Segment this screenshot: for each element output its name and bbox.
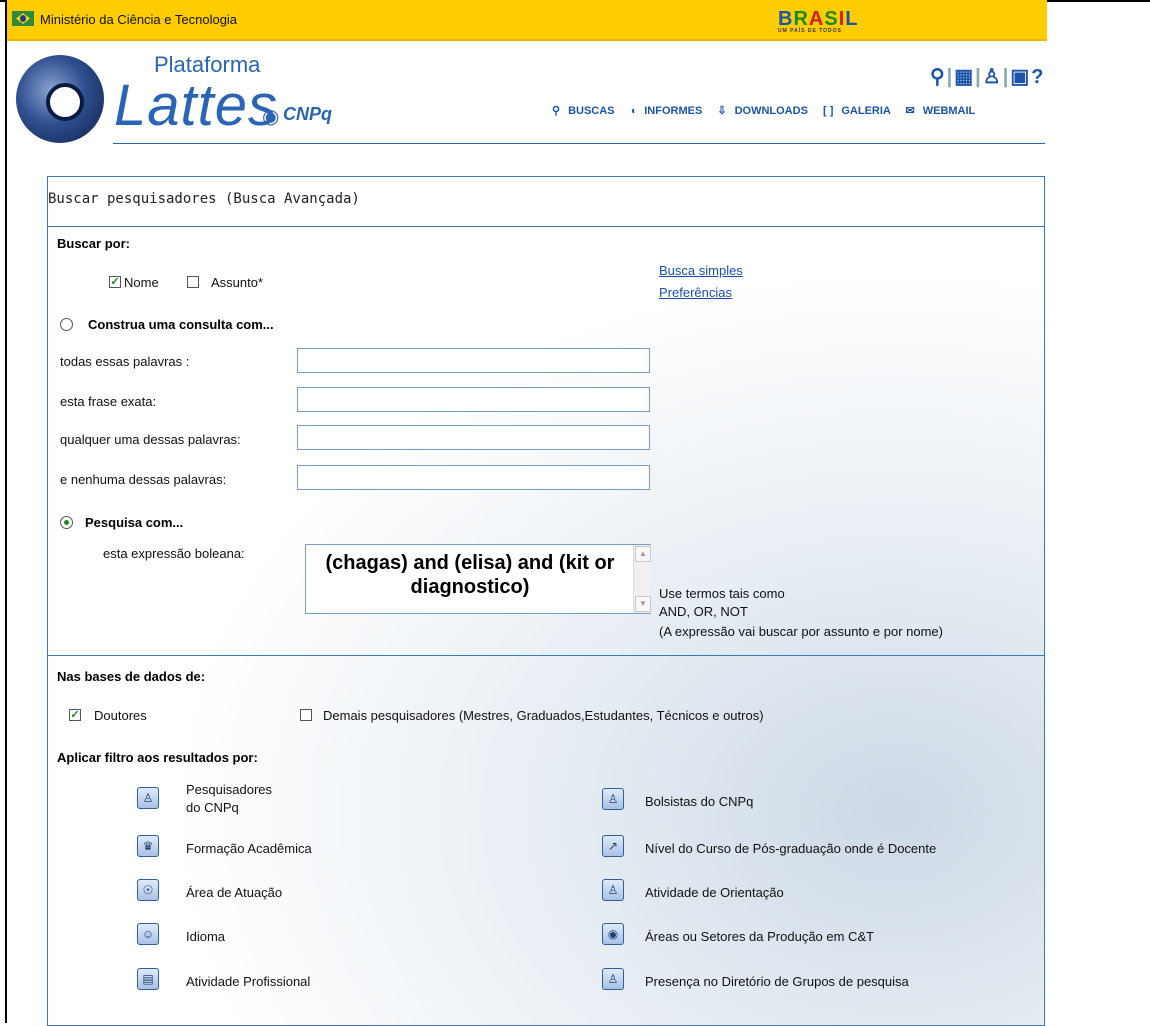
filter-grupos-pesquisa[interactable]: Presença no Diretório de Grupos de pesqu… <box>645 974 909 989</box>
scroll-up-icon[interactable]: ▲ <box>635 546 651 562</box>
search-icon: ⚲ <box>552 105 561 117</box>
section-divider <box>48 655 1044 656</box>
ct-icon[interactable]: ◉ <box>602 923 624 945</box>
scholarship-icon[interactable]: ♙ <box>602 788 624 810</box>
cnpq-logo-icon: ◉ <box>262 106 280 128</box>
bases-heading: Nas bases de dados de: <box>57 669 206 684</box>
hint-line-3: (A expressão vai buscar por assunto e po… <box>659 624 943 639</box>
header-tools: ⚲|▦|♙|▣? <box>930 66 1046 88</box>
nome-label: Nome <box>124 275 159 290</box>
nav-downloads-label: DOWNLOADS <box>734 105 808 117</box>
field-label: qualquer uma dessas palavras: <box>60 432 241 447</box>
lock-icon[interactable]: ▣ <box>1010 66 1031 88</box>
preferencias-link[interactable]: Preferências <box>659 285 732 300</box>
doutores-checkbox[interactable]: ✓ <box>69 709 81 721</box>
nav-informes[interactable]: ◖ INFORMES <box>624 105 703 117</box>
brasil-slogan: UM PAÍS DE TODOS <box>778 28 842 34</box>
filter-formacao[interactable]: Formação Acadêmica <box>186 841 312 856</box>
window-border-left <box>5 0 7 1023</box>
globe-icon[interactable]: ☉ <box>137 879 159 901</box>
filter-atividade-profissional[interactable]: Atividade Profissional <box>186 974 310 989</box>
filter-orientacao[interactable]: Atividade de Orientação <box>645 885 784 900</box>
busca-simples-link[interactable]: Busca simples <box>659 263 743 278</box>
hint-line-2: AND, OR, NOT <box>659 604 748 619</box>
construa-label: Construa uma consulta com... <box>88 317 274 332</box>
nenhuma-palavras-input[interactable] <box>297 465 650 490</box>
filtro-heading: Aplicar filtro aos resultados por: <box>57 750 258 765</box>
filter-pesquisadores-line1[interactable]: Pesquisadores <box>186 782 272 797</box>
top-nav: ⚲ BUSCAS ◖ INFORMES ⇩ DOWNLOADS [ ] GALERIA … <box>540 104 975 117</box>
nav-webmail-label: WEBMAIL <box>922 105 976 117</box>
filter-pesquisadores-line2[interactable]: do CNPq <box>186 800 239 815</box>
boolean-label: esta expressão boleana: <box>103 546 245 561</box>
researcher-icon[interactable]: ♙ <box>137 787 159 809</box>
demais-checkbox[interactable] <box>300 709 312 721</box>
construa-radio[interactable] <box>60 318 73 331</box>
info-icon: ◖ <box>629 105 637 117</box>
todas-palavras-input[interactable] <box>297 348 650 373</box>
graduation-icon[interactable]: ♛ <box>137 835 159 857</box>
help-button[interactable]: ? <box>1031 66 1045 88</box>
filter-area-atuacao[interactable]: Área de Atuação <box>186 885 282 900</box>
textarea-scrollbar[interactable]: ▲ ▼ <box>633 545 651 613</box>
nome-checkbox[interactable]: ✓ <box>109 276 121 288</box>
people-icon[interactable]: ♙ <box>983 66 1003 88</box>
page-title: Buscar pesquisadores (Busca Avançada) <box>48 191 360 207</box>
frase-exata-input[interactable] <box>297 387 650 412</box>
nav-galeria[interactable]: [ ] GALERIA <box>817 105 890 117</box>
professional-icon[interactable]: ▤ <box>137 968 159 990</box>
filter-idioma[interactable]: Idioma <box>186 929 225 944</box>
lattes-title: Lattes <box>114 73 278 138</box>
chart-icon[interactable]: ↗ <box>602 835 624 857</box>
nav-galeria-label: GALERIA <box>841 105 891 117</box>
sitemap-icon[interactable]: ▦ <box>954 66 975 88</box>
mail-icon: ✉ <box>905 105 915 117</box>
filter-areas-setores[interactable]: Áreas ou Setores da Produção em C&T <box>645 929 874 944</box>
demais-label: Demais pesquisadores (Mestres, Graduados… <box>323 708 764 723</box>
groups-icon[interactable]: ♙ <box>602 968 624 990</box>
doutores-label: Doutores <box>94 708 147 723</box>
boolean-expression-value: (chagas) and (elisa) and (kit or diagnos… <box>325 552 615 598</box>
nav-buscas[interactable]: ⚲ BUSCAS <box>546 105 615 117</box>
nav-downloads[interactable]: ⇩ DOWNLOADS <box>711 105 808 117</box>
field-label: esta frase exata: <box>60 394 157 409</box>
pesquisa-label: Pesquisa com... <box>85 515 184 530</box>
brasil-logo: BRASIL UM PAÍS DE TODOS <box>778 8 859 34</box>
field-label: e nenhuma dessas palavras: <box>60 472 227 487</box>
cnpq-logo-text[interactable]: CNPq <box>283 104 332 125</box>
gallery-icon: [ ] <box>822 105 834 117</box>
pesquisa-radio[interactable] <box>60 516 73 529</box>
nav-informes-label: INFORMES <box>644 105 703 117</box>
title-divider <box>48 226 1044 227</box>
hint-line-1: Use termos tais como <box>659 586 785 601</box>
qualquer-palavras-input[interactable] <box>297 425 650 450</box>
search-tool-icon[interactable]: ⚲ <box>930 66 947 88</box>
nav-webmail[interactable]: ✉ WEBMAIL <box>900 105 976 117</box>
field-label: todas essas palavras : <box>60 354 190 369</box>
filter-bolsistas[interactable]: Bolsistas do CNPq <box>645 794 753 809</box>
assunto-checkbox[interactable] <box>187 276 199 288</box>
assunto-label: Assunto* <box>211 275 264 290</box>
scroll-down-icon[interactable]: ▼ <box>635 596 651 612</box>
orientation-icon[interactable]: ♙ <box>602 879 624 901</box>
lattes-logo-icon[interactable] <box>16 55 104 143</box>
download-icon: ⇩ <box>717 105 727 117</box>
ministry-name[interactable]: Ministério da Ciência e Tecnologia <box>40 12 237 27</box>
language-icon[interactable]: ☺ <box>137 923 159 945</box>
filter-nivel-curso[interactable]: Nível do Curso de Pós-graduação onde é D… <box>645 841 936 856</box>
nav-buscas-label: BUSCAS <box>568 105 615 117</box>
brazil-flag-icon <box>12 11 34 26</box>
buscar-por-heading: Buscar por: <box>57 236 130 251</box>
header-divider <box>113 143 1045 144</box>
